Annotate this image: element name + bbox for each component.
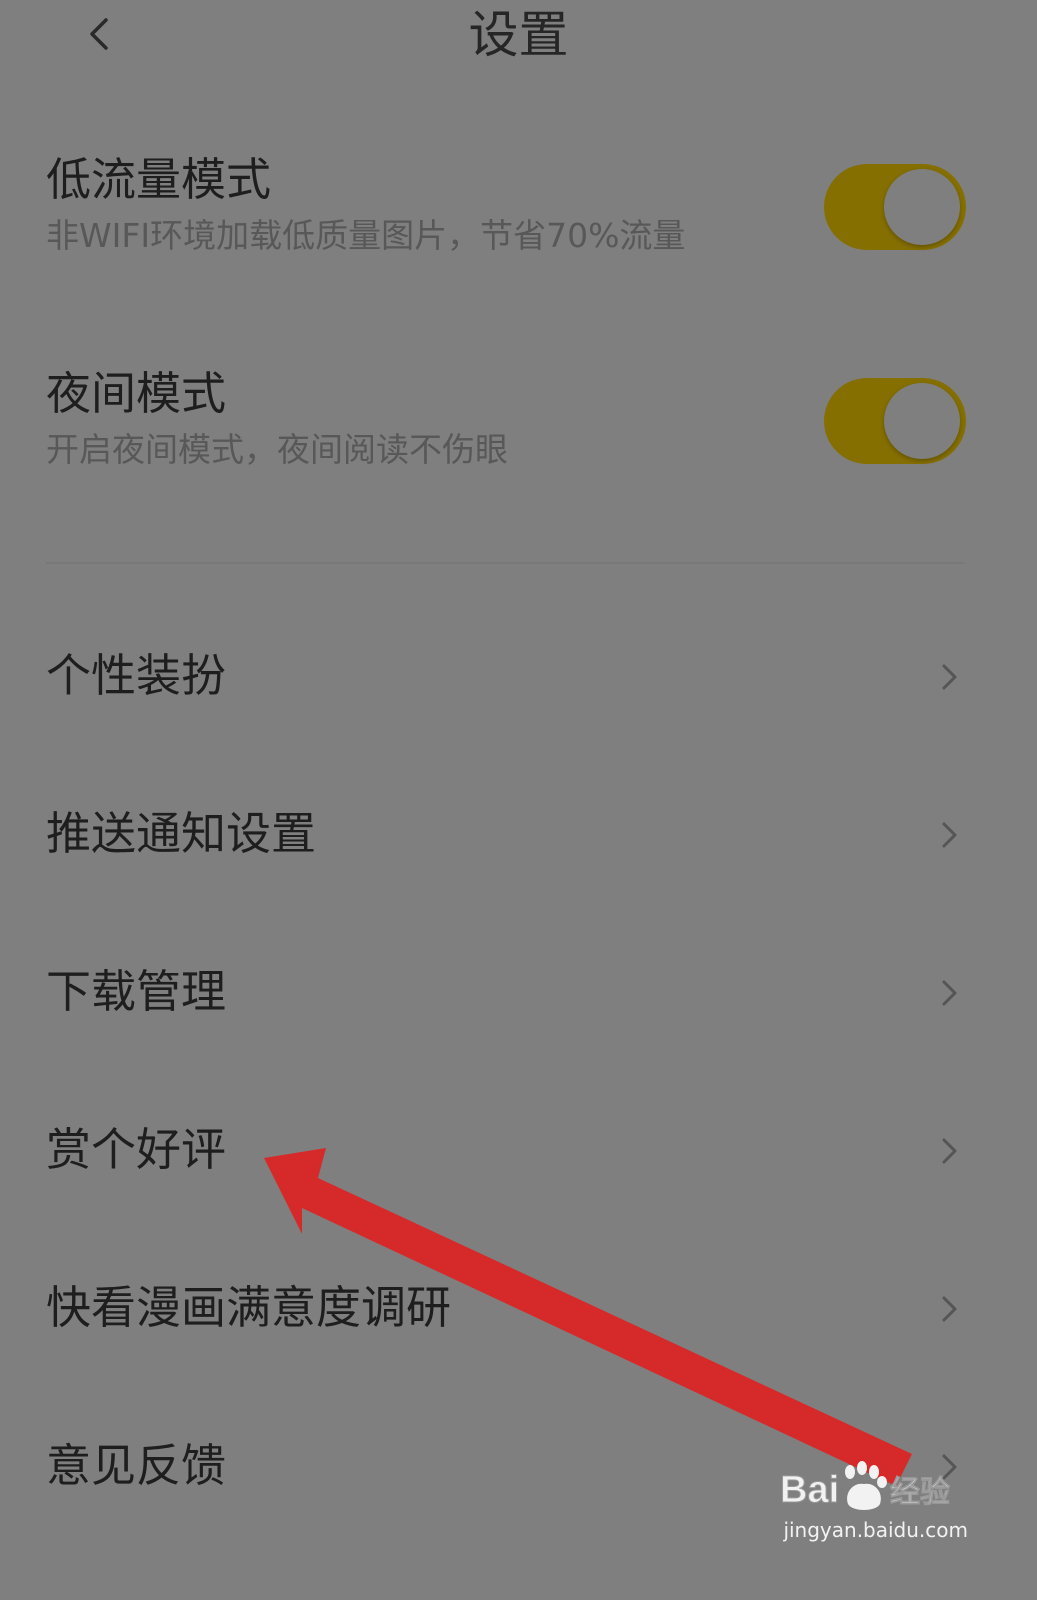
watermark-url: jingyan.baidu.com [783,1518,968,1542]
toggle-label: 低流量模式 [46,153,272,206]
menu-item-download-manager[interactable]: 下载管理 [0,918,1037,1068]
settings-screen: 设置 低流量模式 非WIFI环境加载低质量图片，节省70%流量 夜间模式 开启夜… [0,0,1037,1600]
header-bar: 设置 [0,0,1037,80]
menu-item-label: 快看漫画满意度调研 [46,1281,452,1334]
toggle-label: 夜间模式 [46,367,227,420]
menu-item-label: 个性装扮 [46,649,227,702]
menu-item-rate-app[interactable]: 赏个好评 [0,1076,1037,1226]
switch-knob [884,169,960,245]
toggle-sublabel: 非WIFI环境加载低质量图片，节省70%流量 [46,216,686,255]
menu-item-label: 下载管理 [46,965,227,1018]
toggle-row-night-mode: 夜间模式 开启夜间模式，夜间阅读不伤眼 [0,354,1037,524]
menu-item-label: 推送通知设置 [46,807,317,860]
chevron-right-icon [942,1296,957,1322]
chevron-right-icon [942,980,957,1006]
menu-item-label: 赏个好评 [46,1123,227,1176]
switch-knob [884,383,960,459]
night-mode-switch[interactable] [824,378,966,464]
chevron-right-icon [942,664,957,690]
low-data-mode-switch[interactable] [824,164,966,250]
toggle-row-low-data-mode: 低流量模式 非WIFI环境加载低质量图片，节省70%流量 [0,140,1037,310]
menu-item-personalize[interactable]: 个性装扮 [0,602,1037,752]
section-divider [46,562,964,564]
baidu-watermark: Bai 经验 jingyan.baidu.com [778,1458,968,1548]
svg-text:Bai: Bai [780,1469,839,1511]
chevron-right-icon [942,822,957,848]
menu-item-satisfaction-survey[interactable]: 快看漫画满意度调研 [0,1234,1037,1384]
svg-text:经验: 经验 [890,1475,950,1510]
chevron-right-icon [942,1138,957,1164]
menu-item-push-notifications[interactable]: 推送通知设置 [0,760,1037,910]
toggle-sublabel: 开启夜间模式，夜间阅读不伤眼 [46,430,508,469]
baidu-paw-logo: Bai 经验 [780,1461,950,1512]
page-title: 设置 [468,6,569,64]
menu-item-label: 意见反馈 [46,1439,227,1492]
